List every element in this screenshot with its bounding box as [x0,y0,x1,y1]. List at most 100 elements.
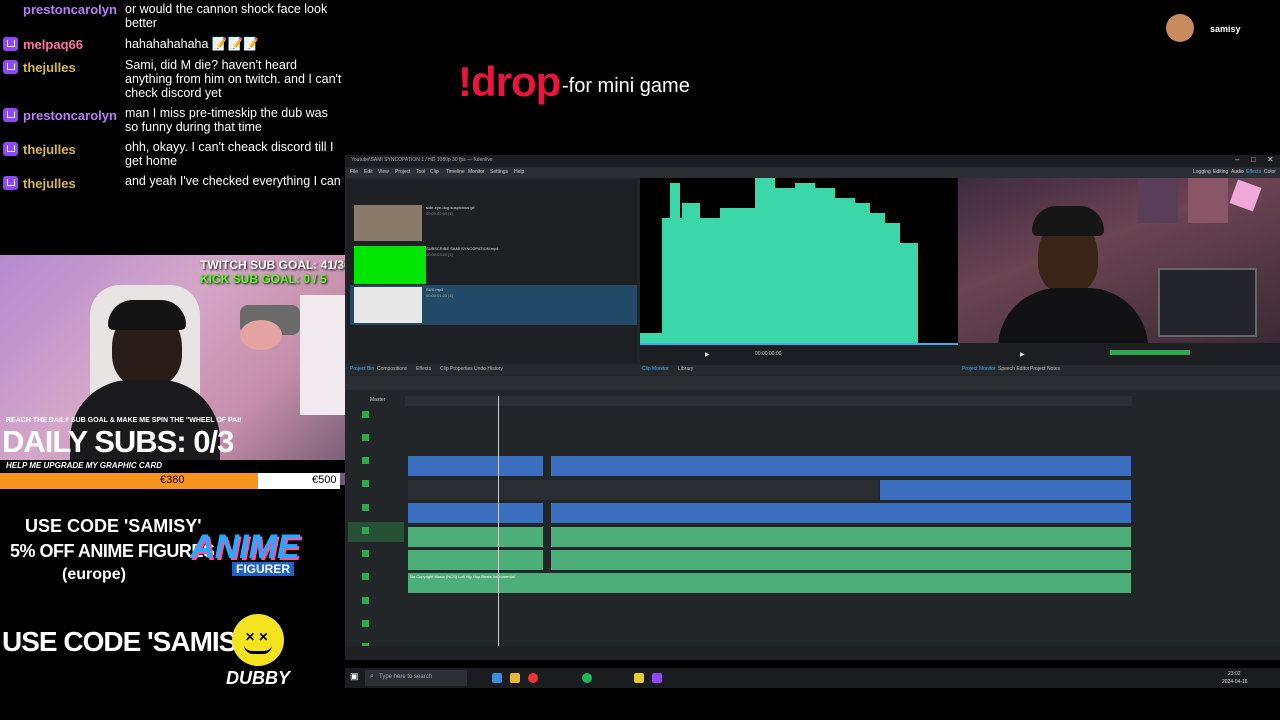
notes-icon[interactable] [634,673,644,683]
chat-text: or would the cannon shock face look bett… [125,2,328,30]
track-toggle-icon[interactable] [362,504,369,511]
menu-help[interactable]: Help [514,169,524,175]
spotify-icon[interactable] [582,673,592,683]
promo-discount-line: 5% OFF ANIME FIGURES [10,541,215,561]
audio-waveform-thumbnail [354,287,422,323]
editor-window-title: Youtube\SAMI SYNCOPATION 1 / HD 1080p 30… [351,157,493,163]
tab-project-monitor[interactable]: Project Monitor [962,366,996,372]
folder-icon[interactable] [510,673,520,683]
layout-effects[interactable]: Effects [1246,169,1261,175]
video-clip[interactable] [408,456,543,476]
clock-time[interactable]: 23:02 [1228,671,1241,677]
start-icon[interactable]: ▣ [350,671,359,682]
music-audio-clip[interactable]: No Copyright Music (NCS) Lofi Hip Hop Be… [408,573,1131,593]
audio-clip[interactable] [408,527,543,547]
timecode-display[interactable]: 00:00:00:00 [755,351,781,357]
bin-clip-row-selected[interactable] [350,285,637,325]
bin-clip-meta: 00:00:02:00 [1] [426,211,453,216]
layout-editing[interactable]: Editing [1213,169,1228,175]
audio-clip-title: No Copyright Music (NCS) Lofi Hip Hop Be… [410,574,515,579]
tab-undo-history[interactable]: Undo History [474,366,503,372]
audio-clip[interactable] [408,550,543,570]
play-icon[interactable]: ▶ [705,351,710,358]
track-toggle-icon[interactable] [362,480,369,487]
audio-clip[interactable] [551,550,1131,570]
layout-color[interactable]: Color [1264,169,1276,175]
taskbar-search[interactable]: ⌕ Type here to search [365,670,467,686]
video-clip[interactable] [880,480,1131,500]
bin-clip-row[interactable] [350,203,635,243]
twitch-icon[interactable] [652,673,662,683]
layout-audio[interactable]: Audio [1231,169,1244,175]
timeline-ruler[interactable] [405,396,1132,406]
track-header[interactable] [348,545,404,565]
track-header[interactable] [348,615,404,635]
kick-sub-goal: KICK SUB GOAL: 0 / 5 [200,272,327,286]
track-toggle-icon[interactable] [362,550,369,557]
video-clip[interactable] [408,503,543,523]
tab-compositions[interactable]: Compositions [377,366,407,372]
menu-tool[interactable]: Tool [416,169,425,175]
tab-project-notes[interactable]: Project Notes [1030,366,1060,372]
track-header[interactable] [348,429,404,449]
anime-figurer-logo: ANIME FIGURER [190,528,320,578]
chat-text: and yeah I've checked everything I can [125,174,341,188]
track-header[interactable] [348,475,404,495]
menu-project[interactable]: Project [395,169,411,175]
track-header[interactable] [348,592,404,612]
track-toggle-icon[interactable] [362,527,369,534]
bin-clip-name: side-eye-dog-suspicious.gif [426,205,475,210]
daily-subs-counter: DAILY SUBS: 0/3 [2,424,234,459]
audio-waveform-preview [640,178,918,343]
menu-timeline[interactable]: Timeline [446,169,465,175]
chat-username: prestoncarolyn [23,2,117,17]
track-toggle-icon[interactable] [362,597,369,604]
track-header[interactable] [348,452,404,472]
subscriber-badge-icon [3,37,18,51]
track-toggle-icon[interactable] [362,434,369,441]
streamer-avatar [1166,14,1194,42]
tab-effects[interactable]: Effects [416,366,431,372]
tab-clip-monitor[interactable]: Clip Monitor [642,366,669,372]
tab-clip-properties[interactable]: Clip Properties [440,366,473,372]
menu-file[interactable]: File [350,169,358,175]
minimize-icon[interactable]: – [1235,155,1239,164]
poster-shape [1138,178,1178,223]
video-clip[interactable] [551,456,1131,476]
audio-clip[interactable] [551,527,1131,547]
track-header[interactable] [348,499,404,519]
chat-text: Sami, did M die? haven't heard anything … [125,58,342,100]
track-header[interactable] [348,568,404,588]
gpu-progress-fill [0,473,258,489]
menu-clip[interactable]: Clip [430,169,439,175]
tab-speech-editor[interactable]: Speech Editor [998,366,1029,372]
layout-logging[interactable]: Logging [1193,169,1211,175]
track-header[interactable] [348,406,404,426]
track-toggle-icon[interactable] [362,620,369,627]
clock-date[interactable]: 2024-04-16 [1222,679,1248,685]
track-toggle-icon[interactable] [362,411,369,418]
track-toggle-icon[interactable] [362,457,369,464]
twitch-sub-goal: TWITCH SUB GOAL: 41/30 [200,258,351,272]
video-clip[interactable] [551,503,1131,523]
track-header[interactable] [348,522,404,542]
maximize-icon[interactable]: □ [1251,155,1256,164]
play-icon[interactable]: ▶ [1020,351,1025,358]
menu-view[interactable]: View [378,169,389,175]
timeline-toolbar [345,376,1280,390]
tab-project-bin[interactable]: Project Bin [350,366,374,372]
menu-settings[interactable]: Settings [490,169,508,175]
clip-thumbnail [354,205,422,241]
menu-monitor[interactable]: Monitor [468,169,485,175]
menu-edit[interactable]: Edit [364,169,373,175]
track-toggle-icon[interactable] [362,573,369,580]
timeline-playhead[interactable] [498,396,499,656]
chrome-icon[interactable] [528,673,538,683]
drop-command: !drop [458,58,561,105]
streamer-name: samisy [1210,24,1241,34]
tab-library[interactable]: Library [678,366,693,372]
close-icon[interactable]: ✕ [1267,155,1274,164]
pink-decor-shape [1229,179,1262,212]
edge-icon[interactable] [492,673,502,683]
subscriber-badge-icon [3,176,18,190]
